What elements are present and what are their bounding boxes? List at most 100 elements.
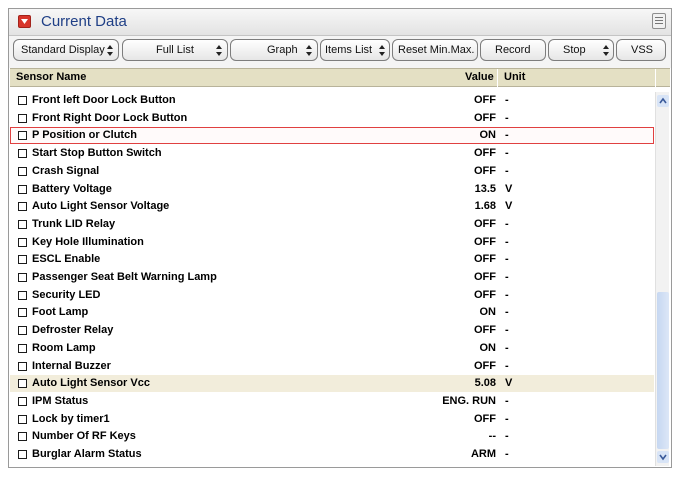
row-checkbox[interactable] bbox=[18, 273, 27, 282]
sensor-unit: - bbox=[505, 341, 509, 354]
table-row[interactable]: Internal Buzzer OFF - bbox=[10, 358, 654, 375]
column-header-unit[interactable]: Unit bbox=[504, 71, 525, 83]
table-row[interactable]: Security LED OFF - bbox=[10, 287, 654, 304]
row-checkbox[interactable] bbox=[18, 432, 27, 442]
sensor-name: Front left Door Lock Button bbox=[32, 94, 176, 106]
column-header-value[interactable]: Value bbox=[465, 71, 494, 83]
sensor-unit: - bbox=[505, 164, 509, 177]
sensor-value: OFF bbox=[474, 271, 496, 283]
row-checkbox[interactable] bbox=[18, 202, 27, 212]
row-checkbox[interactable] bbox=[18, 96, 27, 105]
table-row[interactable]: Crash Signal OFF - bbox=[10, 163, 654, 180]
scroll-up-icon[interactable] bbox=[657, 95, 669, 107]
sensor-value: ENG. RUN bbox=[442, 394, 496, 407]
row-checkbox[interactable] bbox=[18, 113, 27, 123]
sensor-unit: - bbox=[505, 94, 509, 106]
row-checkbox[interactable] bbox=[18, 290, 27, 300]
table-row[interactable]: Start Stop Button Switch OFF - bbox=[10, 145, 654, 162]
sensor-unit: - bbox=[505, 359, 509, 372]
table-row[interactable]: Room Lamp ON - bbox=[10, 340, 654, 357]
table-header: Sensor Name Value Unit bbox=[10, 68, 670, 87]
row-checkbox[interactable] bbox=[18, 450, 27, 459]
sensor-name: Start Stop Button Switch bbox=[32, 147, 162, 160]
row-checkbox[interactable] bbox=[18, 149, 27, 159]
sensor-unit: - bbox=[505, 324, 509, 337]
sensor-name: Front Right Door Lock Button bbox=[32, 111, 188, 124]
sensor-name: IPM Status bbox=[32, 394, 89, 407]
spinner-arrows-icon bbox=[379, 45, 385, 56]
sensor-name: P Position or Clutch bbox=[32, 129, 137, 142]
sensor-name: Auto Light Sensor Voltage bbox=[32, 200, 170, 213]
sensor-name: Defroster Relay bbox=[32, 324, 114, 337]
row-checkbox[interactable] bbox=[18, 219, 27, 229]
row-checkbox[interactable] bbox=[18, 361, 27, 371]
toolbar: Standard Display Full List Graph Items L… bbox=[9, 36, 671, 68]
graph-select[interactable]: Graph bbox=[230, 39, 318, 61]
sensor-name: Burglar Alarm Status bbox=[32, 448, 142, 460]
table-row[interactable]: Front Right Door Lock Button OFF - bbox=[10, 110, 654, 127]
table-row[interactable]: Lock by timer1 OFF - bbox=[10, 411, 654, 428]
table-row[interactable]: Battery Voltage 13.5 V bbox=[10, 181, 654, 198]
sensor-value: ON bbox=[479, 341, 497, 354]
table-row[interactable]: IPM Status ENG. RUN - bbox=[10, 393, 654, 410]
table-row[interactable]: Auto Light Sensor Voltage 1.68 V bbox=[10, 198, 654, 215]
table-row[interactable]: Defroster Relay OFF - bbox=[10, 322, 654, 339]
sensor-value: ARM bbox=[470, 448, 496, 460]
scroll-down-icon[interactable] bbox=[657, 451, 669, 463]
full-list-label: Full List bbox=[156, 44, 194, 56]
sensor-value: 13.5 bbox=[474, 182, 496, 195]
sensor-value: 1.68 bbox=[474, 200, 496, 213]
row-checkbox[interactable] bbox=[18, 379, 27, 389]
table-row[interactable]: Number Of RF Keys -- - bbox=[10, 428, 654, 445]
vss-button[interactable]: VSS bbox=[616, 39, 666, 61]
row-checkbox[interactable] bbox=[18, 131, 27, 141]
table-row[interactable]: Burglar Alarm Status ARM - bbox=[10, 446, 654, 463]
row-checkbox[interactable] bbox=[18, 237, 27, 247]
sensor-value: ON bbox=[479, 129, 497, 142]
collapse-arrow-icon[interactable] bbox=[18, 15, 31, 28]
sensor-value: OFF bbox=[474, 235, 496, 248]
row-checkbox[interactable] bbox=[18, 396, 27, 406]
scroll-thumb[interactable] bbox=[657, 292, 669, 449]
standard-display-select[interactable]: Standard Display bbox=[13, 39, 119, 61]
sensor-unit: - bbox=[505, 271, 509, 283]
sensor-value: OFF bbox=[474, 111, 496, 124]
row-checkbox[interactable] bbox=[18, 308, 27, 318]
items-list-label: Items List bbox=[325, 44, 373, 56]
sensor-unit: - bbox=[505, 430, 509, 443]
sensor-name: Battery Voltage bbox=[32, 182, 112, 195]
row-checkbox[interactable] bbox=[18, 343, 27, 353]
record-button[interactable]: Record bbox=[480, 39, 546, 61]
table-row[interactable]: Key Hole Illumination OFF - bbox=[10, 234, 654, 251]
column-header-sensor-name[interactable]: Sensor Name bbox=[16, 71, 86, 83]
vertical-scrollbar[interactable] bbox=[655, 92, 669, 466]
sensor-value: 5.08 bbox=[474, 377, 496, 390]
stop-label: Stop bbox=[563, 44, 586, 56]
row-checkbox[interactable] bbox=[18, 326, 27, 336]
table-row[interactable]: Trunk LID Relay OFF - bbox=[10, 216, 654, 233]
items-list-select[interactable]: Items List bbox=[320, 39, 390, 61]
sensor-list: Front left Door Lock Button OFF - Front Rig… bbox=[10, 92, 654, 466]
sensor-value: -- bbox=[488, 430, 496, 443]
table-row[interactable]: Front left Door Lock Button OFF - bbox=[10, 92, 654, 109]
row-checkbox[interactable] bbox=[18, 184, 27, 194]
table-row[interactable]: ESCL Enable OFF - bbox=[10, 251, 654, 268]
sensor-name: ESCL Enable bbox=[32, 253, 101, 266]
stop-select[interactable]: Stop bbox=[548, 39, 614, 61]
table-row[interactable]: P Position or Clutch ON - bbox=[10, 127, 654, 145]
sensor-name: Internal Buzzer bbox=[32, 359, 111, 372]
sensor-name: Key Hole Illumination bbox=[32, 235, 144, 248]
sensor-value: OFF bbox=[474, 412, 496, 425]
table-row[interactable]: Foot Lamp ON - bbox=[10, 304, 654, 321]
row-checkbox[interactable] bbox=[18, 255, 27, 265]
row-checkbox[interactable] bbox=[18, 414, 27, 424]
panel-menu-icon[interactable] bbox=[652, 13, 666, 29]
table-row[interactable]: Passenger Seat Belt Warning Lamp OFF - bbox=[10, 269, 654, 286]
sensor-name: Foot Lamp bbox=[32, 306, 89, 319]
sensor-unit: V bbox=[505, 182, 513, 195]
table-row[interactable]: Auto Light Sensor Vcc 5.08 V bbox=[10, 375, 654, 393]
sensor-unit: - bbox=[505, 306, 509, 319]
full-list-select[interactable]: Full List bbox=[122, 39, 228, 61]
row-checkbox[interactable] bbox=[18, 166, 27, 176]
reset-min-max-button[interactable]: Reset Min.Max. bbox=[392, 39, 478, 61]
